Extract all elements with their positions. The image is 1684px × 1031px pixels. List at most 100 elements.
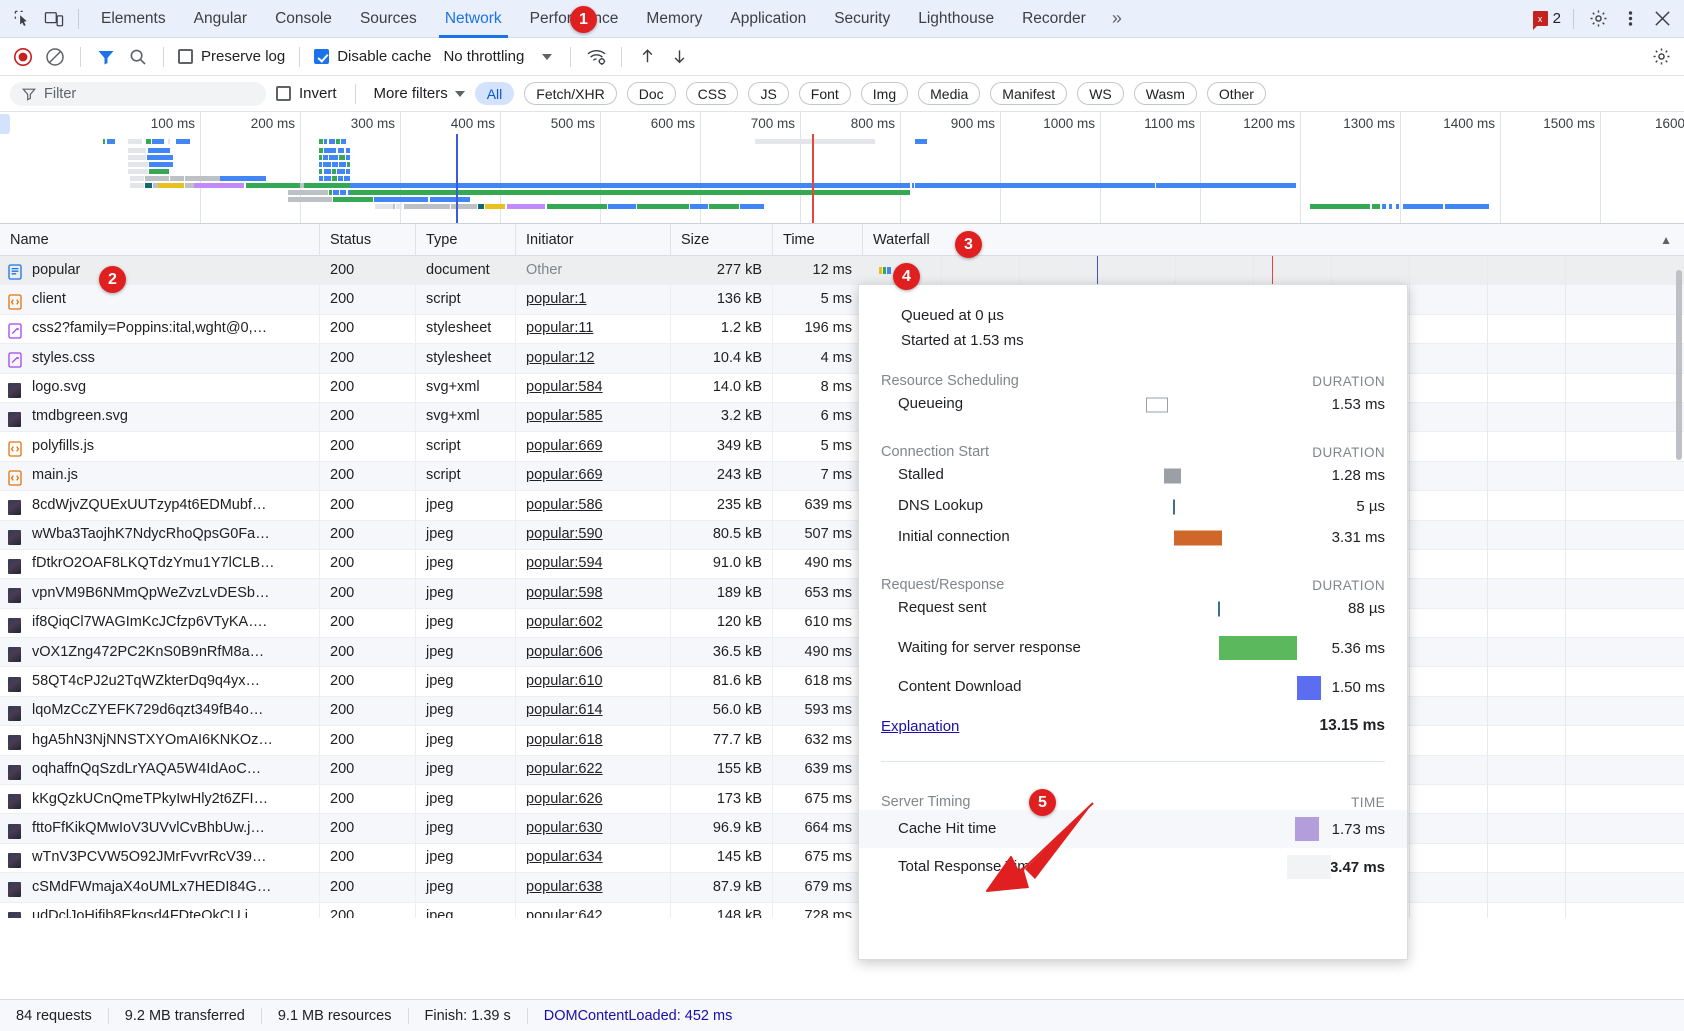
table-row[interactable]: vpnVM9B6NMmQpWeZvzLvDESb… 200 jpeg popular:… <box>0 578 1684 609</box>
initiator-link[interactable]: popular:622 <box>526 761 603 777</box>
initiator-link[interactable]: popular:12 <box>526 350 595 366</box>
cell-name[interactable]: fttoFfKikQMwIoV3UVvlCvBhbUw.j… <box>0 813 320 844</box>
more-filters-dropdown[interactable]: More filters <box>374 85 465 102</box>
filter-icon[interactable] <box>91 43 121 71</box>
table-row[interactable]: if8QiqCl7WAGImKcJCfzp6VTyKA…. 200 jpeg popu… <box>0 608 1684 639</box>
cell-initiator[interactable]: popular:618 <box>516 725 671 756</box>
table-row[interactable]: fttoFfKikQMwIoV3UVvlCvBhbUw.j… 200 jpeg pop… <box>0 813 1684 844</box>
filter-pill-other[interactable]: Other <box>1206 82 1266 105</box>
initiator-link[interactable]: popular:642 <box>526 908 603 918</box>
tab-sources[interactable]: Sources <box>346 0 431 38</box>
column-header-size[interactable]: Size <box>671 223 773 256</box>
cell-name[interactable]: styles.css <box>0 343 320 374</box>
cell-initiator[interactable]: popular:642 <box>516 902 671 918</box>
cell-name[interactable]: oqhaffnQqSzdLrYAQA5W4IdAoC… <box>0 755 320 785</box>
table-row[interactable]: wWba3TaojhK7NdycRhoQpsG0Fa… 200 jpeg popula… <box>0 520 1684 550</box>
tab-recorder[interactable]: Recorder <box>1008 0 1100 38</box>
cell-initiator[interactable]: popular:584 <box>516 373 671 403</box>
cell-name[interactable]: 8cdWjvZQUExUUTzyp4t6EDMubf… <box>0 490 320 521</box>
cell-initiator[interactable]: popular:606 <box>516 637 671 667</box>
cell-initiator[interactable]: popular:638 <box>516 872 671 903</box>
cell-name[interactable]: if8QiqCl7WAGImKcJCfzp6VTyKA…. <box>0 608 320 638</box>
table-row[interactable]: cSMdFWmajaX4oUMLx7HEDI84G… 200 jpeg popular… <box>0 872 1684 903</box>
record-stop-icon[interactable] <box>8 43 38 71</box>
cell-name[interactable]: vpnVM9B6NMmQpWeZvzLvDESb… <box>0 578 320 609</box>
table-row[interactable]: css2?family=Poppins:ital,wght@0,… 200 styl… <box>0 314 1684 345</box>
cell-name[interactable]: css2?family=Poppins:ital,wght@0,… <box>0 314 320 344</box>
search-input[interactable]: Filter <box>10 81 266 106</box>
cell-name[interactable]: logo.svg <box>0 373 320 403</box>
import-har-icon[interactable] <box>632 43 662 71</box>
cell-initiator[interactable]: popular:586 <box>516 490 671 521</box>
initiator-link[interactable]: popular:618 <box>526 732 603 748</box>
filter-pill-fetch-xhr[interactable]: Fetch/XHR <box>524 82 617 105</box>
cell-initiator[interactable]: popular:614 <box>516 696 671 726</box>
cell-name[interactable]: main.js <box>0 461 320 491</box>
column-header-type[interactable]: Type <box>416 223 516 256</box>
explanation-link[interactable]: Explanation <box>881 718 959 735</box>
cell-name[interactable]: 58QT4cPJ2u2TqWZkterDq9q4yx… <box>0 666 320 697</box>
cell-name[interactable]: tmdbgreen.svg <box>0 402 320 432</box>
export-har-icon[interactable] <box>664 43 694 71</box>
initiator-link[interactable]: popular:630 <box>526 820 603 836</box>
close-icon[interactable] <box>1646 4 1678 34</box>
filter-pill-doc[interactable]: Doc <box>626 82 676 105</box>
cell-initiator[interactable]: popular:626 <box>516 784 671 814</box>
table-row[interactable]: kKgQzkUCnQmeTPkyIwHly2t6ZFI… 200 jpeg popul… <box>0 784 1684 815</box>
cell-initiator[interactable]: popular:610 <box>516 666 671 697</box>
initiator-link[interactable]: popular:626 <box>526 791 603 807</box>
table-row[interactable]: fDtkrO2OAF8LKQTdzYmu1Y7lCLB… 200 jpeg popul… <box>0 549 1684 580</box>
network-overview-timeline[interactable]: 100 ms 200 ms 300 ms 400 ms 500 ms 600 ms 700 … <box>0 112 1684 224</box>
cell-name[interactable]: fDtkrO2OAF8LKQTdzYmu1Y7lCLB… <box>0 549 320 579</box>
filter-pill-all[interactable]: All <box>474 82 515 105</box>
cell-initiator[interactable]: popular:585 <box>516 402 671 432</box>
invert-checkbox[interactable]: Invert <box>276 85 337 102</box>
column-header-waterfall[interactable]: Waterfall ▲ <box>863 224 1684 256</box>
table-row[interactable]: vOX1Zng472PC2KnS0B9nRfM8a… 200 jpeg popular… <box>0 637 1684 668</box>
table-row[interactable]: 8cdWjvZQUExUUTzyp4t6EDMubf… 200 jpeg popula… <box>0 490 1684 521</box>
filter-pill-ws[interactable]: WS <box>1077 82 1124 105</box>
search-icon[interactable] <box>123 43 153 71</box>
initiator-link[interactable]: popular:586 <box>526 497 603 513</box>
tab-angular[interactable]: Angular <box>180 0 261 38</box>
initiator-link[interactable]: popular:606 <box>526 644 603 660</box>
column-header-initiator[interactable]: Initiator <box>516 223 671 256</box>
cell-initiator[interactable]: popular:590 <box>516 520 671 550</box>
invert-box[interactable] <box>276 86 291 101</box>
table-row[interactable]: popular 200 document Other 277 kB 12 ms <box>0 256 1684 286</box>
throttling-select[interactable]: No throttling <box>437 48 553 65</box>
tab-memory[interactable]: Memory <box>632 0 716 38</box>
scrollbar-thumb[interactable] <box>1676 270 1682 460</box>
device-toolbar-icon[interactable] <box>38 4 70 34</box>
initiator-link[interactable]: popular:602 <box>526 614 603 630</box>
filter-pill-css[interactable]: CSS <box>685 82 739 105</box>
tab-security[interactable]: Security <box>820 0 904 38</box>
cell-name[interactable]: client <box>0 284 320 315</box>
cell-initiator[interactable]: popular:1 <box>516 284 671 315</box>
table-row[interactable]: logo.svg 200 svg+xml popular:584 14.0 kB 8 ms <box>0 373 1684 403</box>
disable-cache-checkbox[interactable]: Disable cache <box>310 48 435 65</box>
cell-name[interactable]: wWba3TaojhK7NdycRhoQpsG0Fa… <box>0 520 320 550</box>
column-header-name[interactable]: Name <box>0 223 320 256</box>
table-row[interactable]: 58QT4cPJ2u2TqWZkterDq9q4yx… 200 jpeg popula… <box>0 666 1684 697</box>
initiator-link[interactable]: popular:594 <box>526 555 603 571</box>
more-tabs-icon[interactable]: » <box>1100 8 1134 29</box>
filter-pill-img[interactable]: Img <box>860 82 909 105</box>
disable-cache-box[interactable] <box>314 49 330 64</box>
initiator-link[interactable]: popular:610 <box>526 673 603 689</box>
error-badge[interactable]: x 2 <box>1532 10 1561 30</box>
cell-initiator[interactable]: popular:669 <box>516 431 671 462</box>
kebab-menu-icon[interactable] <box>1614 4 1646 34</box>
cell-initiator[interactable]: popular:594 <box>516 549 671 579</box>
filter-pill-manifest[interactable]: Manifest <box>990 82 1068 105</box>
sort-indicator-icon[interactable]: ▲ <box>1660 224 1672 256</box>
cell-name[interactable]: vOX1Zng472PC2KnS0B9nRfM8a… <box>0 637 320 667</box>
filter-pill-font[interactable]: Font <box>798 82 851 105</box>
network-request-list[interactable]: popular 200 document Other 277 kB 12 ms client… <box>0 256 1684 918</box>
tab-application[interactable]: Application <box>716 0 820 38</box>
table-row[interactable]: styles.css 200 stylesheet popular:12 10.4 kB… <box>0 343 1684 374</box>
cell-initiator[interactable]: popular:630 <box>516 813 671 844</box>
cell-name[interactable]: udDclJoHifjb8Ekqsd4FDteOkCU.j… <box>0 902 320 918</box>
table-row[interactable]: client 200 script popular:1 136 kB 5 ms <box>0 284 1684 315</box>
initiator-link[interactable]: popular:669 <box>526 467 603 483</box>
